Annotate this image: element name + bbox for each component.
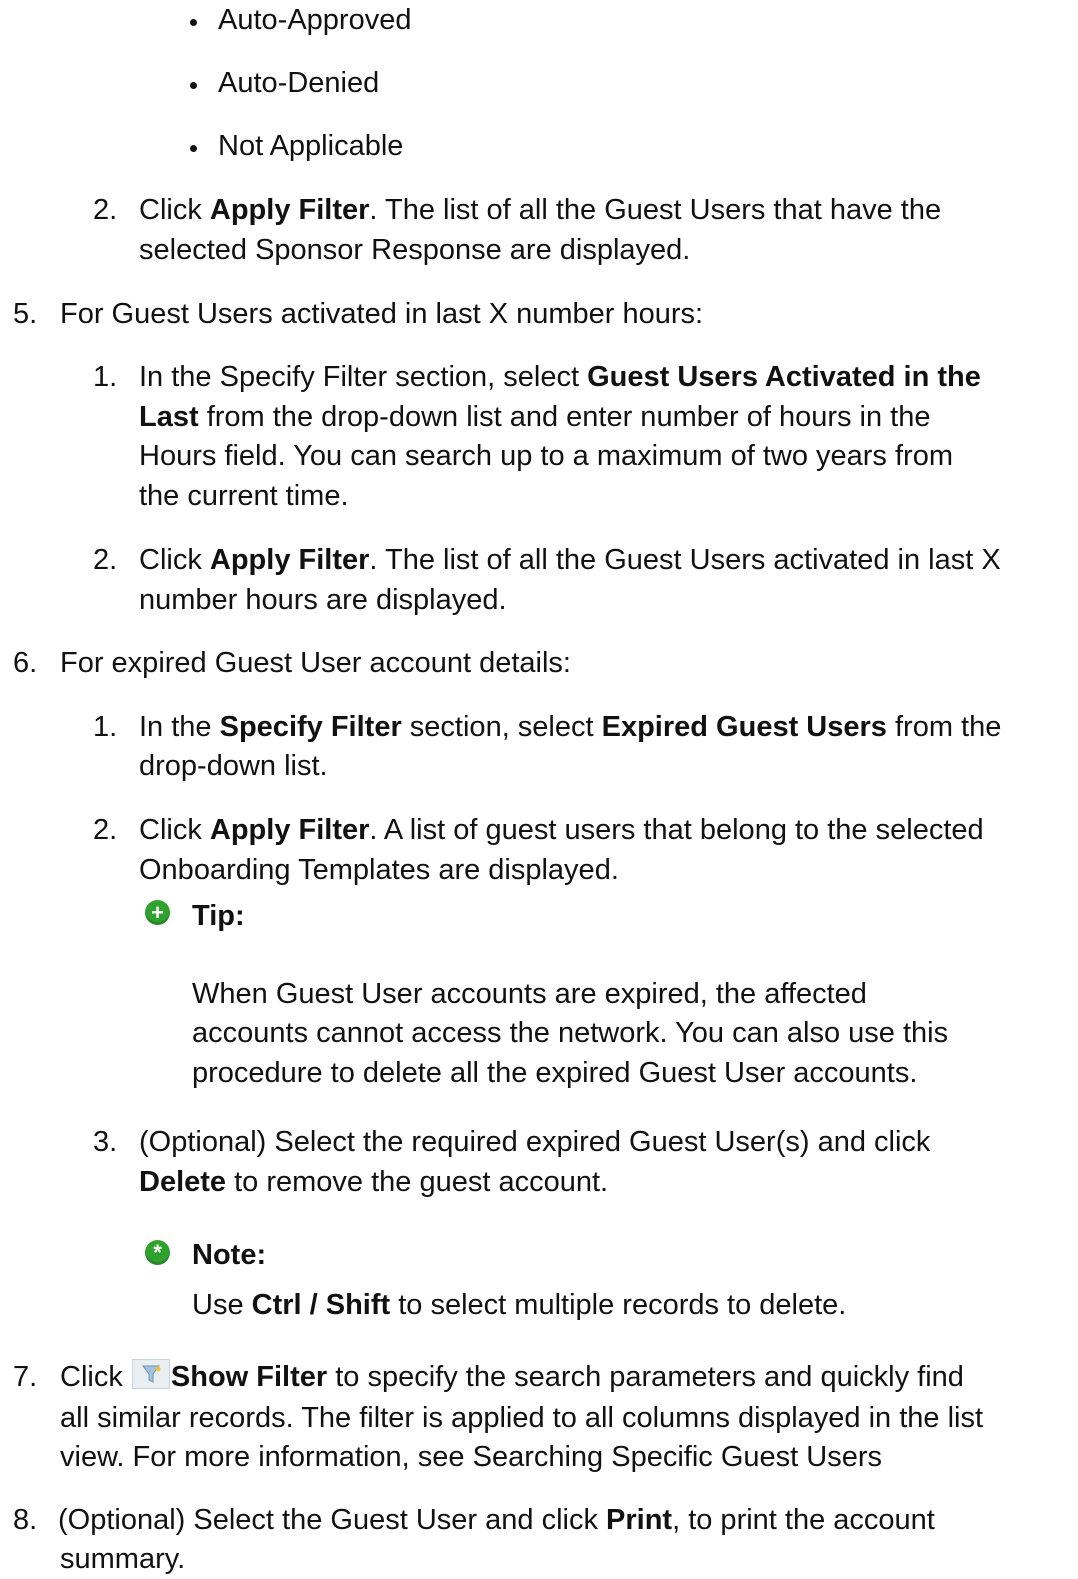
ui-term-delete: Delete [139,1166,227,1198]
substep-text: Click Apply Filter. The list of all the … [139,190,941,230]
step-number: 5. [13,298,38,330]
ui-term: Ctrl / Shift [251,1289,391,1321]
step-text: Click Show Filter to specify the search … [60,1357,964,1397]
ui-term-print: Print [606,1504,673,1536]
step-number: 6. [13,647,38,679]
filter-funnel-icon [132,1359,170,1389]
ui-term-apply-filter: Apply Filter [209,544,370,576]
bullet-dot [190,145,197,152]
ui-term-apply-filter: Apply Filter [209,814,370,846]
text-run: to remove the guest account. [226,1166,609,1198]
step-text: (Optional) Select the Guest User and cli… [58,1500,935,1540]
step-number: 7. [13,1361,38,1393]
tip-text: When Guest User accounts are expired, th… [192,978,867,1010]
text-run: to select multiple records to delete. [390,1289,847,1321]
bullet-item: Auto-Denied [218,67,380,99]
substep-text: selected Sponsor Response are displayed. [139,234,691,266]
tip-text: accounts cannot access the network. You … [192,1017,949,1049]
tip-label-text: Tip: [192,900,245,932]
substep-number: 1. [93,361,118,393]
substep-text: number hours are displayed. [139,584,507,616]
step-text: all similar records. The filter is appli… [60,1402,984,1434]
substep-text: Click Apply Filter. A list of guest user… [139,810,984,850]
substep-number: 2. [93,814,118,846]
step-heading: For Guest Users activated in last X numb… [60,298,704,330]
text-run: Click [139,194,210,226]
bullet-item: Auto-Approved [218,4,412,36]
ui-term: Last [139,401,199,433]
text-run: . The list of all the Guest Users activa… [369,544,1001,576]
substep-text: Click Apply Filter. The list of all the … [139,540,1001,580]
substep-text: Last from the drop-down list and enter n… [139,397,930,437]
text-run: Click [139,814,210,846]
ui-term-apply-filter: Apply Filter [209,194,370,226]
note-label: Note: [192,1235,266,1275]
bullet-item: Not Applicable [218,130,404,162]
step-number: 8. [13,1504,38,1536]
substep-text: In the Specify Filter section, select Ex… [139,707,1001,747]
text-run: from the [886,711,1002,743]
text-run: . The list of all the Guest Users that h… [369,194,942,226]
step-text: view. For more information, see Searchin… [60,1441,882,1473]
substep-text: Onboarding Templates are displayed. [139,854,619,886]
ui-term: Expired Guest Users [601,711,887,743]
bullet-dot [190,19,197,26]
substep-text: Hours field. You can search up to a maxi… [139,440,953,472]
text-run: In the [139,711,220,743]
document-page: Auto-Approved Auto-Denied Not Applicable… [0,0,1078,1579]
step-heading: For expired Guest User account details: [60,647,571,679]
text-run: Use [192,1289,252,1321]
plus-circle-icon: + [145,900,170,925]
substep-text: Delete to remove the guest account. [139,1162,608,1202]
substep-number: 2. [93,544,118,576]
substep-number: 2. [93,194,118,226]
text-run: , to print the account [672,1504,935,1536]
text-run: from the drop-down list and enter number… [198,401,931,433]
substep-number: 1. [93,711,118,743]
text-run: Click [139,544,210,576]
note-label-text: Note: [192,1239,267,1271]
bullet-dot [190,82,197,89]
ui-term: Guest Users Activated in the [587,361,981,393]
substep-number: 3. [93,1126,118,1158]
substep-text: drop-down list. [139,750,328,782]
text-run: Click [60,1361,131,1393]
ui-term: Specify Filter [219,711,402,743]
tip-text: procedure to delete all the expired Gues… [192,1057,918,1089]
text-run: to specify the search parameters and qui… [327,1361,964,1393]
asterisk-circle-icon: * [145,1240,170,1265]
text-run: (Optional) Select the Guest User and cli… [58,1504,607,1536]
ui-term-show-filter: Show Filter [170,1361,328,1393]
text-run: In the Specify Filter section, select [139,361,588,393]
tip-label: Tip: [192,896,245,936]
substep-text: the current time. [139,480,349,512]
note-text: Use Ctrl / Shift to select multiple reco… [192,1285,846,1325]
substep-text: In the Specify Filter section, select Gu… [139,357,981,397]
step-text: summary. [60,1543,186,1575]
substep-text: (Optional) Select the required expired G… [139,1126,931,1158]
text-run: section, select [401,711,602,743]
text-run: . A list of guest users that belong to t… [369,814,984,846]
